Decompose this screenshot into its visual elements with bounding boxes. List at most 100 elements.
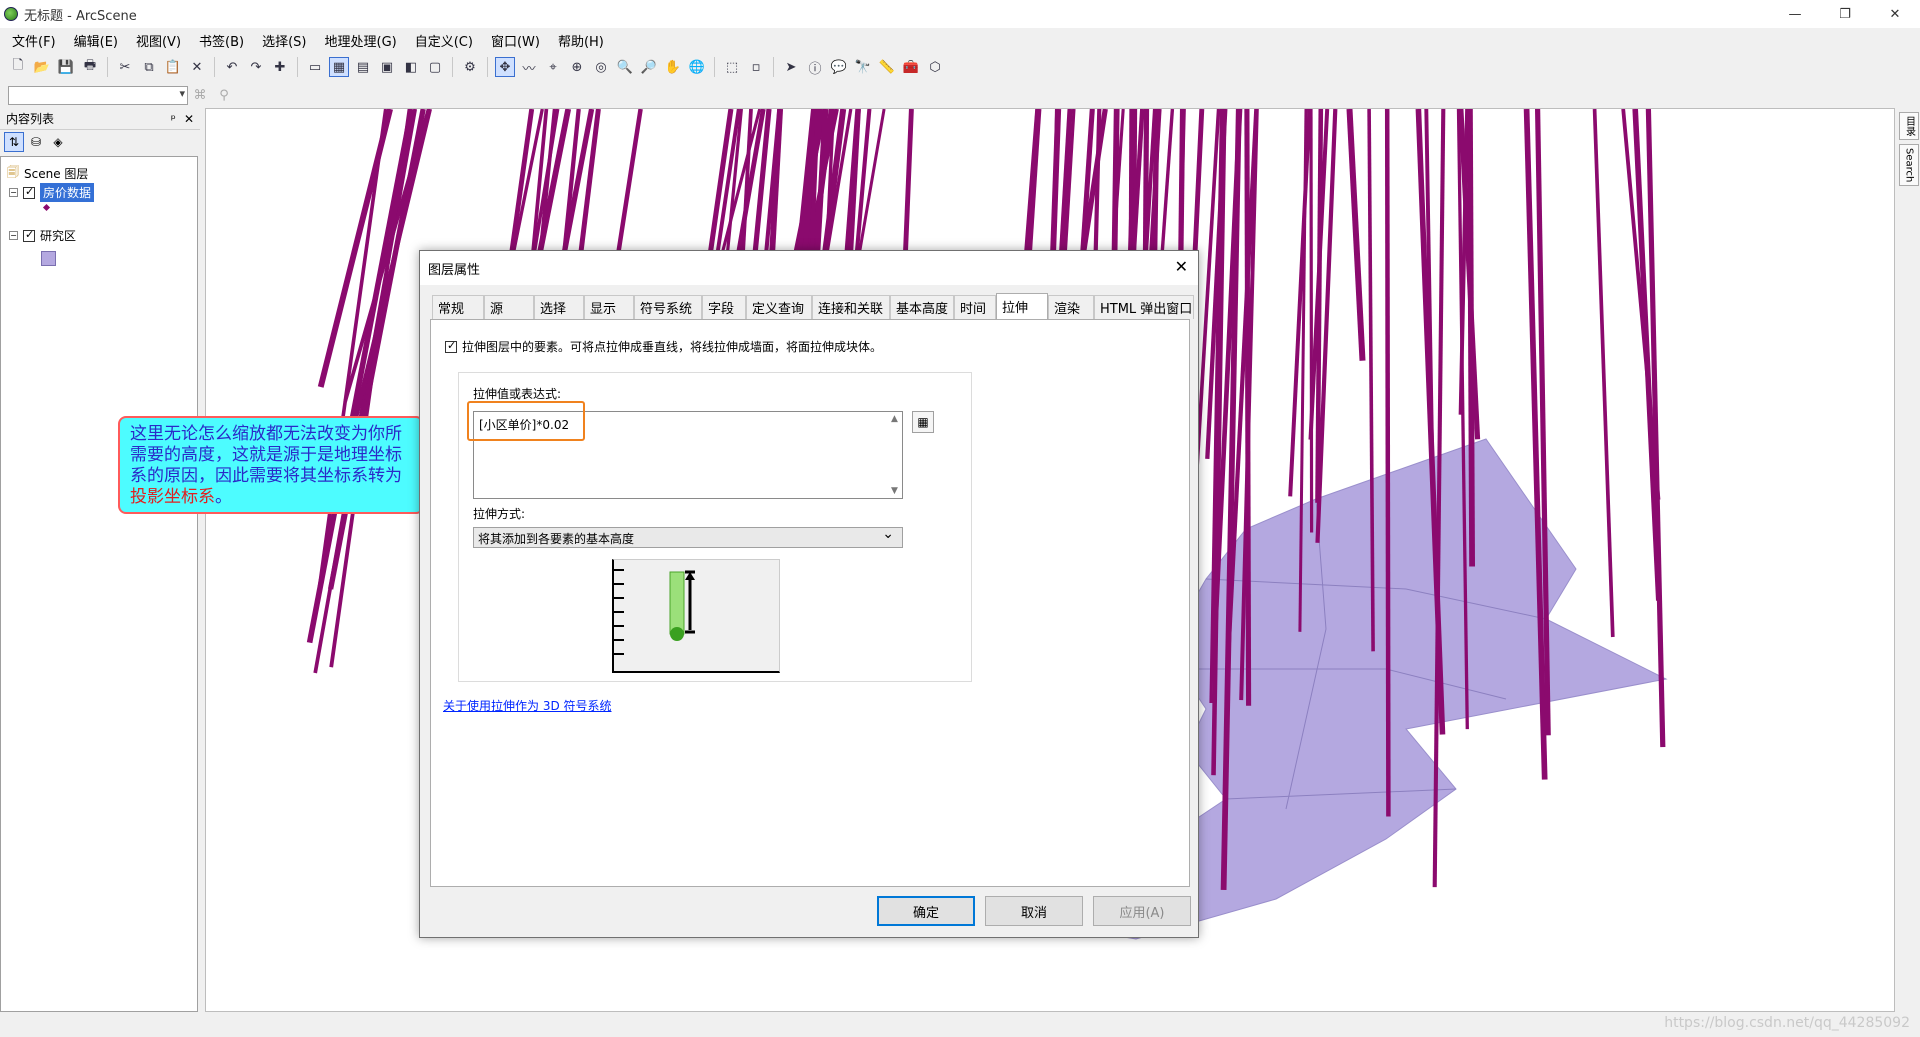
tab-selection[interactable]: 选择 [534,295,584,319]
ok-button[interactable]: 确定 [877,896,975,926]
method-value: 将其添加到各要素的基本高度 [478,532,635,546]
delete-icon[interactable]: ✕ [187,57,207,77]
animation-icon[interactable]: ◧ [401,57,421,77]
tab-definition-query[interactable]: 定义查询 [746,295,812,319]
menu-bookmarks[interactable]: 书签(B) [193,31,250,50]
dim-tool2-icon[interactable]: ⚲ [214,85,234,105]
list-by-visibility-icon[interactable]: ◈ [48,132,68,152]
layer-row-study-area[interactable]: − 研究区 [9,227,76,244]
tab-html-popup[interactable]: HTML 弹出窗口 [1094,295,1194,319]
layer-combo[interactable] [8,85,188,105]
menu-edit[interactable]: 编辑(E) [68,31,124,50]
identify-icon[interactable]: ⓘ [805,57,825,77]
center-target-icon[interactable]: ⌖ [543,57,563,77]
scene-view-icon[interactable]: ▭ [305,57,325,77]
collapse-icon[interactable]: − [9,231,18,240]
list-by-drawing-order-icon[interactable]: ⇅ [4,132,24,152]
tab-fields[interactable]: 字段 [702,295,746,319]
collapse-icon[interactable]: − [9,188,18,197]
arctoolbox-icon[interactable]: ⬡ [925,57,945,77]
list-by-source-icon[interactable]: ⛁ [26,132,46,152]
viewer-icon[interactable]: ▣ [377,57,397,77]
copy-icon[interactable]: ⧉ [139,57,159,77]
set-observer-icon[interactable]: ◎ [591,57,611,77]
menu-view[interactable]: 视图(V) [130,31,187,50]
zoom-in-icon[interactable]: 🔍 [615,57,635,77]
window-icon[interactable]: ▢ [425,57,445,77]
expression-builder-button[interactable]: ▦ [912,411,934,433]
extrude-checkbox[interactable] [445,339,457,353]
undo-icon[interactable]: ↶ [222,57,242,77]
layer-view-icon[interactable]: ▤ [353,57,373,77]
fly-icon[interactable]: 〰 [519,57,539,77]
dim-tool-icon[interactable]: ⌘ [190,85,210,105]
tab-time[interactable]: 时间 [954,295,996,319]
full-extent-icon[interactable]: 🌐 [687,57,707,77]
navigate-icon[interactable]: ✥ [495,57,515,77]
extrusion-preview [612,559,780,673]
save-icon[interactable]: 💾 [56,57,76,77]
print-icon[interactable]: 🖶 [80,57,100,77]
new-document-icon[interactable]: 🗋 [8,57,28,77]
right-dock-rail: 目录 Search [1898,108,1920,1012]
pin-icon[interactable]: ᵖ [171,112,176,126]
toc-close-icon[interactable]: ✕ [184,112,194,126]
layer-visibility-checkbox[interactable] [23,228,35,242]
menu-selection[interactable]: 选择(S) [256,31,312,50]
pan-icon[interactable]: ✋ [663,57,683,77]
tab-source[interactable]: 源 [484,295,534,319]
expression-scrollbar[interactable]: ▲ ▼ [887,412,902,498]
scroll-down-icon[interactable]: ▼ [891,486,898,496]
cut-icon[interactable]: ✂ [115,57,135,77]
menu-file[interactable]: 文件(F) [6,31,62,50]
point-symbol[interactable] [42,203,51,212]
search-tab[interactable]: Search [1899,144,1919,187]
zoom-out-icon[interactable]: 🔎 [639,57,659,77]
callout-end: 。 [215,487,232,507]
menu-windows[interactable]: 窗口(W) [485,31,546,50]
redo-icon[interactable]: ↷ [246,57,266,77]
paste-icon[interactable]: 📋 [163,57,183,77]
menu-help[interactable]: 帮助(H) [552,31,610,50]
tab-symbology[interactable]: 符号系统 [634,295,702,319]
dialog-close-icon[interactable]: ✕ [1175,257,1188,276]
tab-rendering[interactable]: 渲染 [1048,295,1094,319]
add-data-icon[interactable]: ✚ [270,57,290,77]
help-link[interactable]: 关于使用拉伸作为 3D 符号系统 [443,697,612,714]
layer-name[interactable]: 研究区 [40,227,76,244]
clear-selection-icon[interactable]: ▫ [746,57,766,77]
standard-toolbar: 🗋 📂 💾 🖶 ✂ ⧉ 📋 ✕ ↶ ↷ ✚ ▭ ▦ ▤ ▣ ◧ ▢ ⚙ ✥ 〰 … [0,52,1920,82]
restore-icon[interactable]: ❐ [1820,0,1870,28]
close-window-icon[interactable]: ✕ [1870,0,1920,28]
find-icon[interactable]: 🔭 [853,57,873,77]
scene-layers-root[interactable]: 🗐 Scene 图层 [7,163,88,184]
tab-base-heights[interactable]: 基本高度 [890,295,954,319]
catalog-tab[interactable]: 目录 [1899,112,1919,140]
tab-display[interactable]: 显示 [584,295,634,319]
menu-customize[interactable]: 自定义(C) [409,31,479,50]
layer-name[interactable]: 房价数据 [40,183,95,202]
tab-joins-relates[interactable]: 连接和关联 [812,295,890,319]
tab-general[interactable]: 常规 [432,295,484,319]
table-of-contents: 内容列表 ᵖ ✕ ⇅ ⛁ ◈ 🗐 Scene 图层 − 房价数据 − 研究区 [0,108,200,1012]
toolbox-icon[interactable]: 🧰 [901,57,921,77]
select-features-icon[interactable]: ⬚ [722,57,742,77]
open-folder-icon[interactable]: 📂 [32,57,52,77]
full-view-icon[interactable]: ▦ [329,57,349,77]
minimize-icon[interactable]: — [1770,0,1820,28]
tab-extrusion[interactable]: 拉伸 [996,293,1048,319]
html-popup-icon[interactable]: 💬 [829,57,849,77]
layer-row-house-price[interactable]: − 房价数据 [9,183,95,202]
extrude-option[interactable]: 拉伸图层中的要素。可将点拉伸成垂直线，将线拉伸成墙面，将面拉伸成块体。 [445,338,882,355]
menu-geoprocessing[interactable]: 地理处理(G) [319,31,403,50]
polygon-symbol[interactable] [41,251,56,266]
apply-button[interactable]: 应用(A) [1093,896,1191,926]
measure-icon[interactable]: 📏 [877,57,897,77]
zoom-target-icon[interactable]: ⊕ [567,57,587,77]
scroll-up-icon[interactable]: ▲ [891,414,898,424]
extrusion-method-select[interactable]: 将其添加到各要素的基本高度 [473,526,903,548]
cancel-button[interactable]: 取消 [985,896,1083,926]
editor-icon[interactable]: ⚙ [460,57,480,77]
layer-visibility-checkbox[interactable] [23,185,35,199]
select-element-icon[interactable]: ➤ [781,57,801,77]
